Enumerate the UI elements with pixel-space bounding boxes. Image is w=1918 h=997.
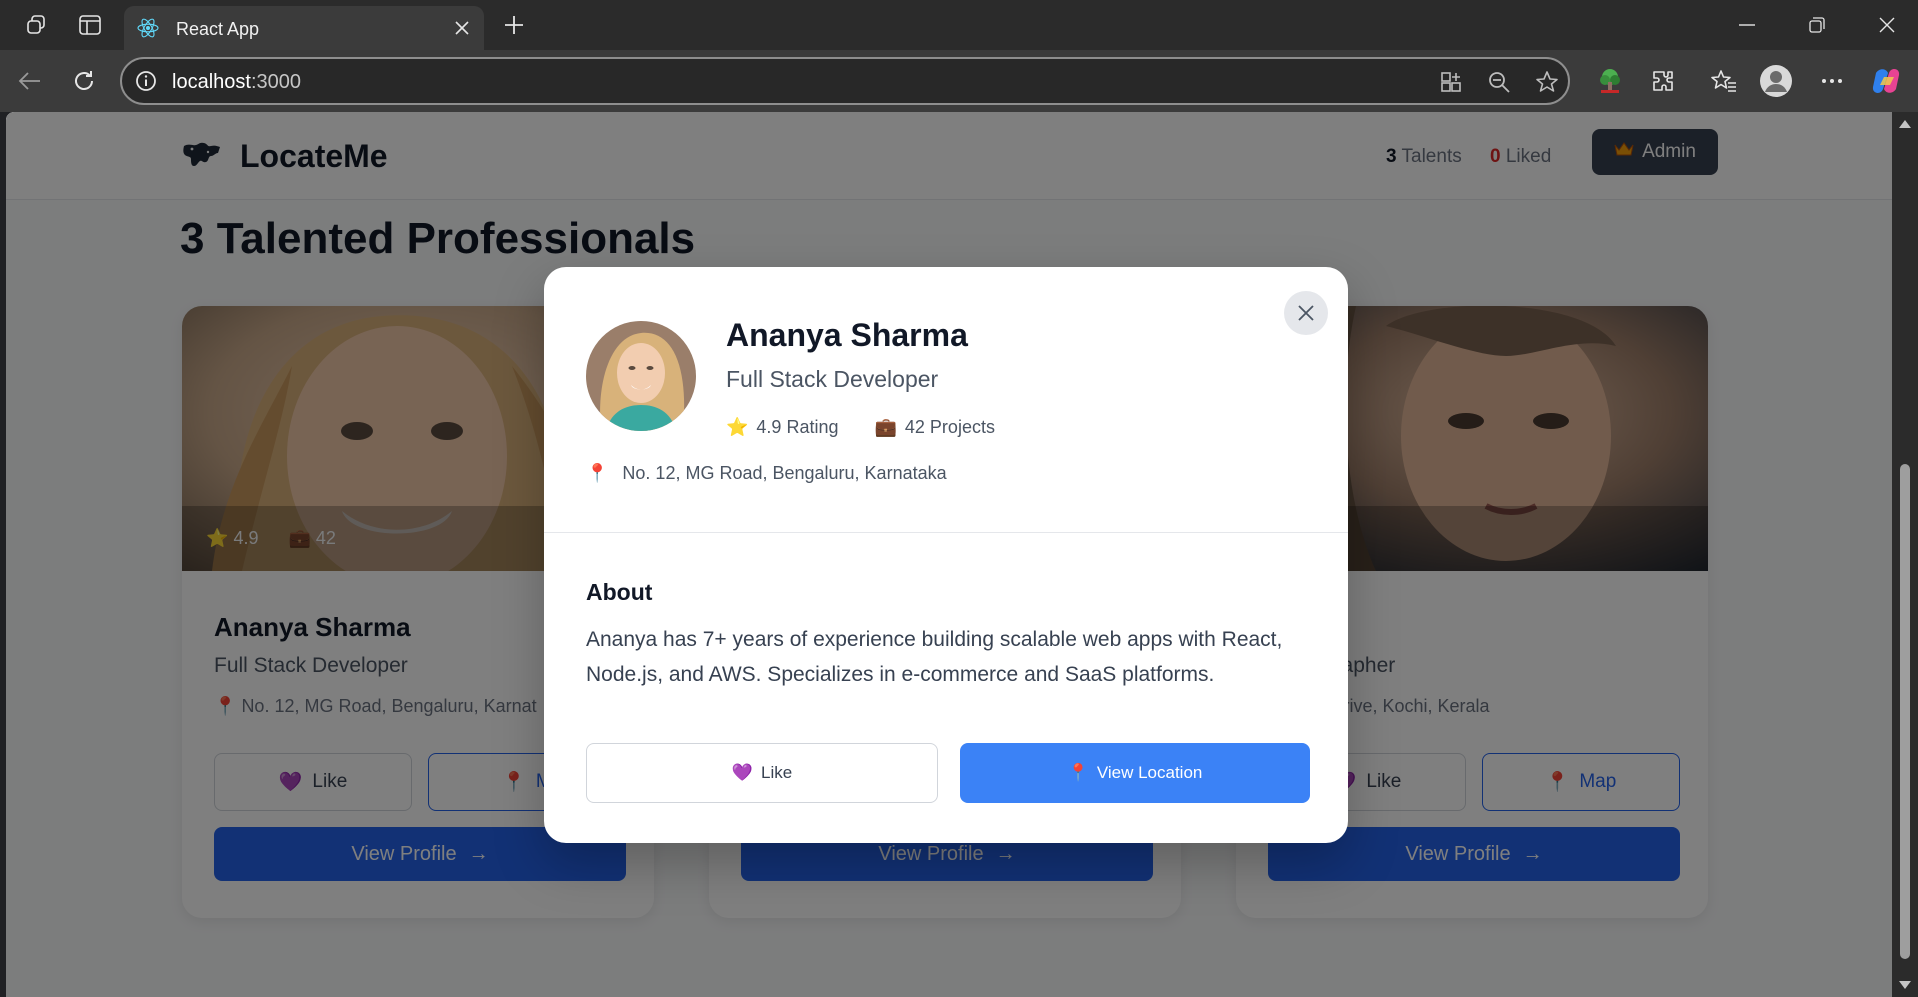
- app-available-icon[interactable]: [1434, 65, 1468, 99]
- copilot-icon[interactable]: [1866, 61, 1906, 101]
- profile-icon[interactable]: [1756, 61, 1796, 101]
- modal-name: Ananya Sharma: [726, 317, 968, 353]
- divider: [544, 532, 1348, 533]
- close-icon[interactable]: [446, 12, 478, 44]
- like-label: Like: [760, 763, 793, 782]
- close-icon[interactable]: [1284, 291, 1328, 335]
- modal-projects: 💼 42 Projects: [874, 417, 994, 438]
- pin-icon: 📍: [586, 463, 609, 483]
- modal-stats: ⭐ 4.9 Rating 💼 42 Projects: [726, 417, 995, 438]
- browser-toolbar: localhost:3000: [0, 50, 1918, 112]
- extensions-icon[interactable]: [1643, 61, 1683, 101]
- profile-modal: Ananya Sharma Full Stack Developer ⭐ 4.9 …: [544, 267, 1348, 843]
- modal-projects-label: 42 Projects: [904, 417, 995, 437]
- restore-icon[interactable]: [1782, 0, 1852, 50]
- scroll-up-icon[interactable]: [1899, 120, 1911, 128]
- pin-icon: 📍: [1067, 763, 1089, 782]
- more-icon[interactable]: [1812, 61, 1852, 101]
- modal-role: Full Stack Developer: [726, 366, 939, 392]
- modal-rating: ⭐ 4.9 Rating: [726, 417, 838, 438]
- scrollbar-thumb[interactable]: [1900, 464, 1910, 959]
- about-text: Ananya has 7+ years of experience buildi…: [586, 628, 1283, 686]
- minimize-icon[interactable]: [1712, 0, 1782, 50]
- modal-rating-label: 4.9 Rating: [756, 417, 839, 437]
- browser-tab[interactable]: React App: [124, 6, 484, 50]
- address-bar[interactable]: localhost:3000: [120, 57, 1570, 105]
- zoom-icon[interactable]: [1482, 65, 1516, 99]
- url-host: localhost: [172, 71, 251, 93]
- refresh-icon[interactable]: [64, 61, 104, 101]
- briefcase-icon: 💼: [874, 417, 897, 437]
- extension-tree-icon[interactable]: [1590, 61, 1630, 101]
- view-location-button[interactable]: 📍 View Location: [960, 743, 1310, 803]
- react-favicon-icon: [136, 16, 160, 40]
- view-location-label: View Location: [1096, 763, 1203, 782]
- scrollbar[interactable]: [1892, 112, 1918, 997]
- heart-icon: 💜: [731, 763, 753, 782]
- star-icon: ⭐: [726, 417, 749, 437]
- url-text[interactable]: localhost:3000: [172, 71, 301, 94]
- info-icon[interactable]: [134, 69, 158, 93]
- new-tab-icon[interactable]: [494, 5, 534, 45]
- favorites-icon[interactable]: [1704, 61, 1744, 101]
- about-title: About: [586, 579, 653, 605]
- window-close-icon[interactable]: [1852, 0, 1918, 50]
- tab-actions-icon[interactable]: [70, 5, 110, 45]
- workspaces-icon[interactable]: [16, 5, 56, 45]
- modal-address-text: No. 12, MG Road, Bengaluru, Karnataka: [622, 463, 947, 483]
- back-icon[interactable]: [10, 61, 50, 101]
- avatar: [586, 321, 696, 431]
- favorite-star-icon[interactable]: [1530, 65, 1564, 99]
- modal-address: 📍 No. 12, MG Road, Bengaluru, Karnataka: [586, 463, 947, 484]
- page-viewport: LocateMe 3 Talents 0 Liked Admin 3 Talen…: [6, 112, 1892, 997]
- tab-title: React App: [176, 19, 260, 39]
- url-port: :3000: [250, 71, 301, 93]
- scroll-down-icon[interactable]: [1899, 981, 1911, 989]
- browser-tab-bar: React App: [0, 0, 1918, 50]
- like-button[interactable]: 💜 Like: [586, 743, 938, 803]
